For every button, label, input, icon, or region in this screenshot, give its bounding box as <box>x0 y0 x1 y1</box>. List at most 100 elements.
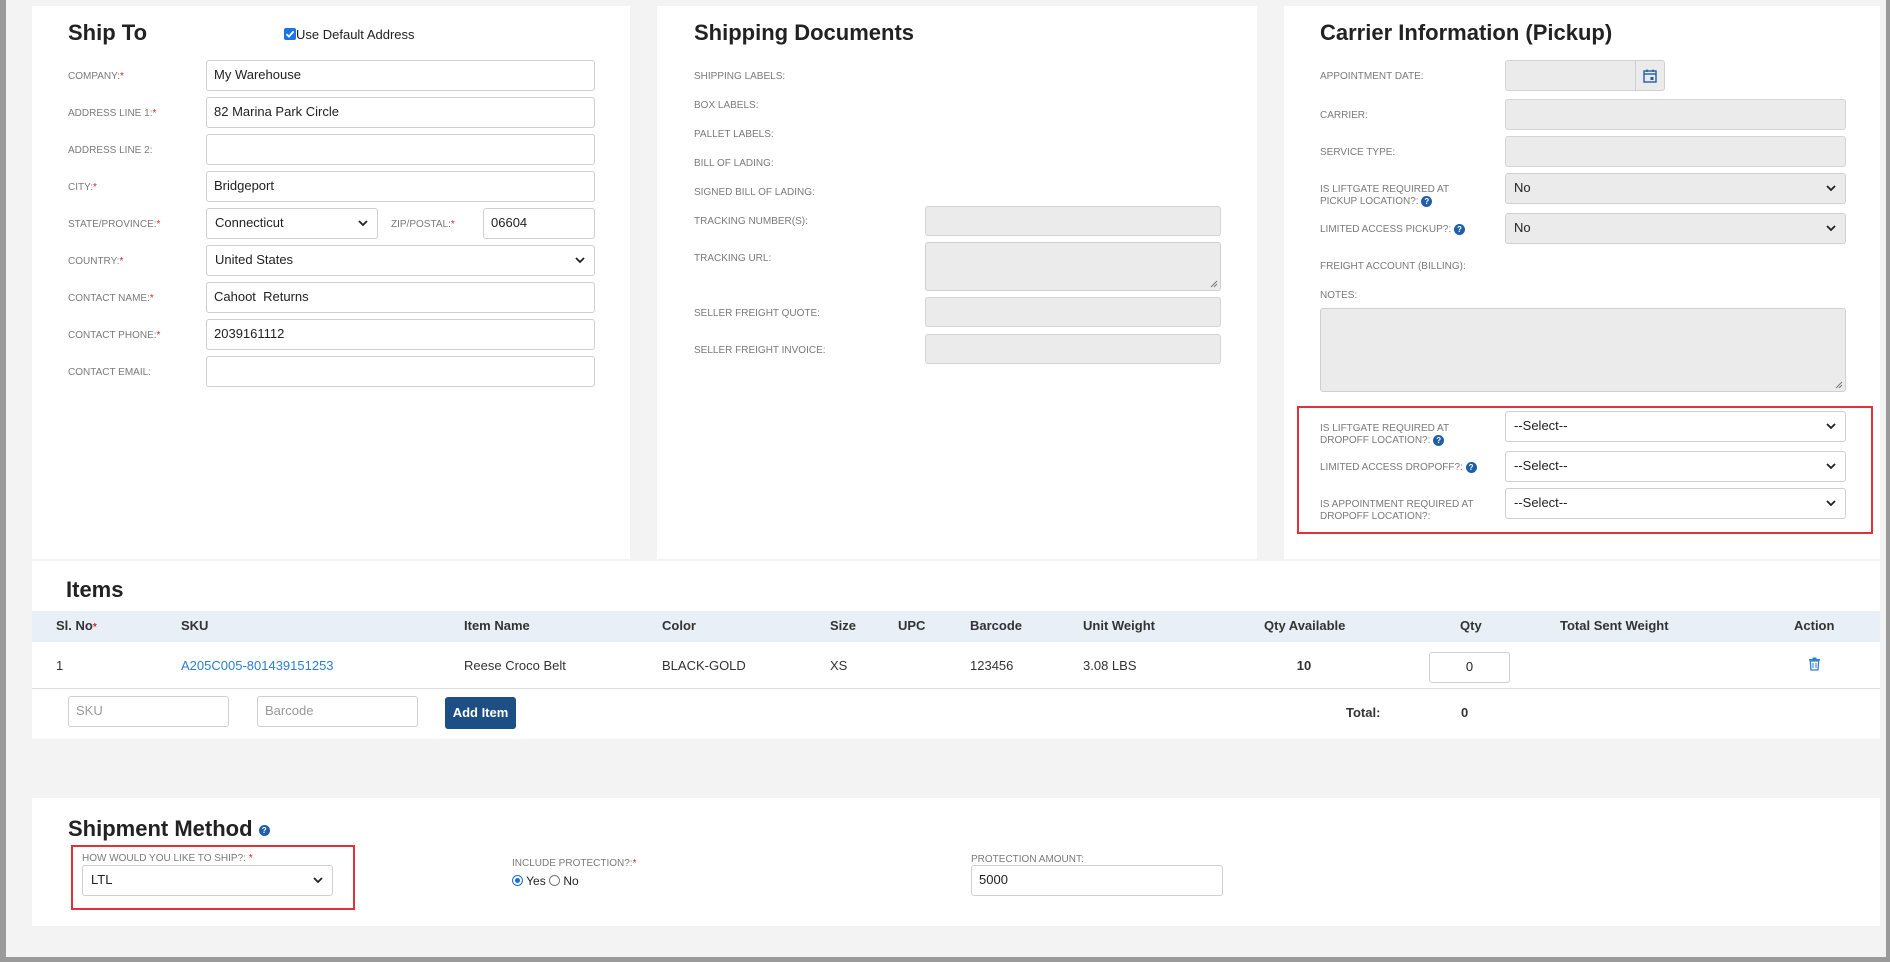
column-barcode: Barcode <box>970 618 1023 633</box>
items-title: Items <box>66 577 124 602</box>
country-select[interactable]: United States <box>206 245 595 276</box>
cell-color: BLACK-GOLD <box>662 658 746 673</box>
how-to-ship-select[interactable]: LTL <box>82 865 333 896</box>
contact-phone-input[interactable]: 2039161112 <box>206 319 595 350</box>
contact-name-input[interactable]: Cahoot Returns <box>206 282 595 313</box>
calendar-button[interactable] <box>1635 60 1665 91</box>
protection-amount-input[interactable]: 5000 <box>971 865 1223 896</box>
tracking-numbers-input[interactable] <box>925 206 1221 236</box>
protection-yes-label: Yes <box>526 874 546 888</box>
column-sku: SKU <box>181 618 209 633</box>
total-value: 0 <box>1461 705 1469 720</box>
tracking-numbers-label: TRACKING NUMBER(S): <box>694 216 808 227</box>
help-icon[interactable]: ? <box>1465 462 1477 473</box>
seller-freight-quote-label: SELLER FREIGHT QUOTE: <box>694 308 820 319</box>
limited-access-pickup-select[interactable]: No <box>1505 213 1846 244</box>
qty-input[interactable]: 0 <box>1429 652 1510 683</box>
service-type-label: SERVICE TYPE: <box>1320 147 1396 158</box>
liftgate-dropoff-value: --Select-- <box>1514 418 1568 433</box>
limited-access-dropoff-label: LIMITED ACCESS DROPOFF?: ? <box>1320 462 1477 474</box>
column-upc: UPC <box>898 618 926 633</box>
limited-access-dropoff-select[interactable]: --Select-- <box>1505 451 1846 482</box>
service-type-input[interactable] <box>1505 136 1846 167</box>
city-label: CITY:* <box>68 182 97 193</box>
cell-qty-available: 10 <box>1296 658 1312 673</box>
barcode-placeholder: Barcode <box>265 703 314 718</box>
sku-placeholder: SKU <box>76 703 103 718</box>
cell-sku-link[interactable]: A205C005-801439151253 <box>181 658 334 673</box>
how-to-ship-label: HOW WOULD YOU LIKE TO SHIP?: * <box>82 853 253 864</box>
appointment-date-label: APPOINTMENT DATE: <box>1320 71 1424 82</box>
shipment-method-title: Shipment Method ? <box>68 816 270 842</box>
chevron-down-icon <box>1826 463 1836 470</box>
column-qty: Qty <box>1460 618 1482 633</box>
use-default-address-checkbox[interactable]: Use Default Address <box>284 27 415 42</box>
how-to-ship-value: LTL <box>91 872 113 887</box>
column-qty-available: Qty Available <box>1264 618 1346 633</box>
shipping-labels-label: SHIPPING LABELS: <box>694 71 786 82</box>
radio-selected-icon[interactable] <box>512 875 523 886</box>
address-line2-input[interactable] <box>206 134 595 165</box>
zip-input[interactable]: 06604 <box>483 208 595 239</box>
seller-freight-invoice-input[interactable] <box>925 334 1221 364</box>
barcode-search-input[interactable]: Barcode <box>257 696 418 727</box>
ship-to-title: Ship To <box>68 20 148 45</box>
include-protection-label: INCLUDE PROTECTION?:* <box>512 858 637 869</box>
notes-label: NOTES: <box>1320 290 1358 301</box>
city-input[interactable]: Bridgeport <box>206 171 595 202</box>
cell-unit-weight: 3.08 LBS <box>1083 658 1137 673</box>
cell-size: XS <box>830 658 848 673</box>
liftgate-dropoff-select[interactable]: --Select-- <box>1505 411 1846 442</box>
help-icon[interactable]: ? <box>1421 196 1433 207</box>
checkbox-checked-icon[interactable] <box>284 28 296 40</box>
help-icon[interactable]: ? <box>258 824 270 836</box>
column-sl-no: Sl. No* <box>56 618 97 633</box>
appointment-dropoff-label: IS APPOINTMENT REQUIRED AT DROPOFF LOCAT… <box>1320 499 1474 522</box>
company-input[interactable]: My Warehouse <box>206 60 595 91</box>
chevron-down-icon <box>1826 423 1836 430</box>
total-label: Total: <box>1346 705 1381 720</box>
state-select-value: Connecticut <box>215 215 284 230</box>
appointment-dropoff-value: --Select-- <box>1514 495 1568 510</box>
address-line1-label: ADDRESS LINE 1:* <box>68 108 157 119</box>
bill-of-lading-label: BILL OF LADING: <box>694 158 774 169</box>
limited-access-pickup-value: No <box>1514 220 1531 235</box>
column-unit-weight: Unit Weight <box>1083 618 1155 633</box>
tracking-url-textarea[interactable] <box>925 242 1221 291</box>
cell-barcode: 123456 <box>970 658 1014 673</box>
delete-button[interactable] <box>1808 657 1822 672</box>
freight-account-label: FREIGHT ACCOUNT (BILLING): <box>1320 261 1466 272</box>
protection-yes-radio[interactable]: Yes <box>512 874 546 888</box>
contact-name-label: CONTACT NAME:* <box>68 293 154 304</box>
state-select[interactable]: Connecticut <box>206 208 378 239</box>
radio-unselected-icon[interactable] <box>549 875 561 886</box>
address-line1-input[interactable]: 82 Marina Park Circle <box>206 97 595 128</box>
carrier-input[interactable] <box>1505 99 1846 130</box>
pallet-labels-label: PALLET LABELS: <box>694 129 774 140</box>
help-icon[interactable]: ? <box>1453 224 1465 235</box>
cell-item-name: Reese Croco Belt <box>464 658 566 673</box>
state-label: STATE/PROVINCE:* <box>68 219 161 230</box>
limited-access-pickup-label: LIMITED ACCESS PICKUP?: ? <box>1320 224 1465 236</box>
liftgate-pickup-select[interactable]: No <box>1505 173 1846 204</box>
chevron-down-icon <box>1826 185 1836 192</box>
appointment-dropoff-select[interactable]: --Select-- <box>1505 488 1846 519</box>
chevron-down-icon <box>575 257 585 264</box>
resize-grip-icon[interactable] <box>1210 280 1218 288</box>
protection-no-radio[interactable]: No <box>549 874 579 888</box>
notes-textarea[interactable] <box>1320 308 1846 392</box>
resize-grip-icon[interactable] <box>1835 381 1843 389</box>
contact-phone-label: CONTACT PHONE:* <box>68 330 161 341</box>
protection-radio-group: Yes No <box>512 874 579 888</box>
add-item-button[interactable]: Add Item <box>445 697 516 729</box>
contact-email-input[interactable] <box>206 356 595 387</box>
chevron-down-icon <box>313 877 323 884</box>
chevron-down-icon <box>1826 225 1836 232</box>
liftgate-pickup-label: IS LIFTGATE REQUIRED AT PICKUP LOCATION?… <box>1320 184 1450 208</box>
sku-search-input[interactable]: SKU <box>68 696 229 727</box>
help-icon[interactable]: ? <box>1433 435 1445 446</box>
liftgate-pickup-value: No <box>1514 180 1531 195</box>
seller-freight-quote-input[interactable] <box>925 297 1221 327</box>
appointment-date-input[interactable] <box>1505 60 1636 91</box>
carrier-label: CARRIER: <box>1320 110 1368 121</box>
